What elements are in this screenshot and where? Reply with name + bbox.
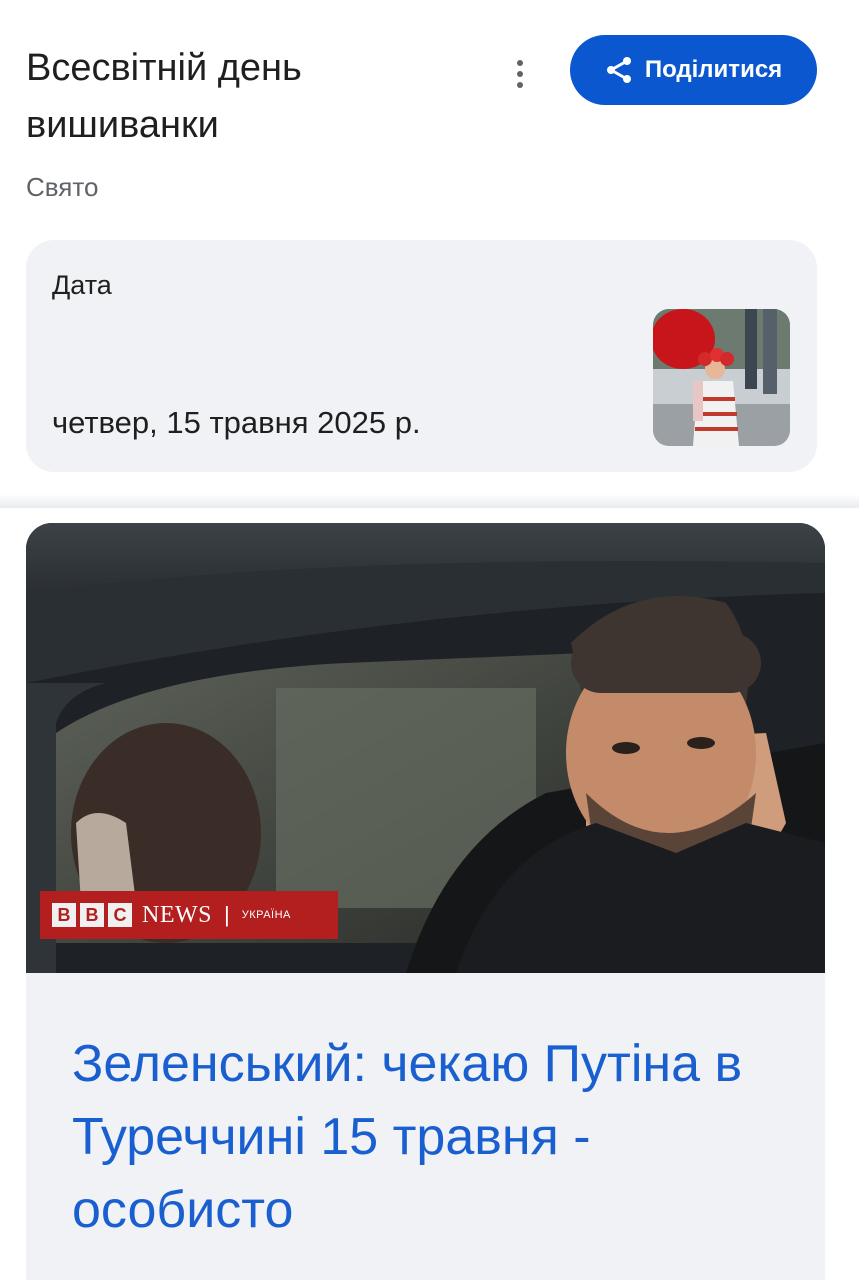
bbc-news-logo: B B C NEWS | УКРАЇНА [40, 891, 338, 939]
bbc-logo-box: B [80, 903, 104, 927]
section-divider [0, 494, 859, 508]
more-options-button[interactable] [504, 54, 536, 94]
news-card[interactable]: B B C NEWS | УКРАЇНА Зеленський: чекаю П… [26, 523, 825, 1280]
bbc-logo-region: УКРАЇНА [241, 909, 291, 921]
bbc-logo-brand: NEWS [142, 901, 212, 928]
share-button-label: Поділитися [644, 56, 783, 83]
share-button[interactable]: Поділитися [570, 35, 817, 105]
bbc-logo-box: C [108, 903, 132, 927]
news-headline-link[interactable]: Зеленський: чекаю Путіна в Туреччині 15 … [72, 1028, 792, 1247]
bbc-logo-separator: | [224, 902, 230, 927]
entity-header: Всесвітній день вишиванки Свято Поділити… [0, 0, 859, 225]
holiday-thumbnail[interactable] [653, 309, 790, 446]
bbc-logo-box: B [52, 903, 76, 927]
date-label: Дата [52, 270, 112, 300]
page-title: Всесвітній день вишиванки [26, 47, 302, 146]
more-vert-icon [517, 60, 523, 66]
date-value: четвер, 15 травня 2025 р. [52, 405, 421, 440]
girl-in-vyshyvanka-photo [653, 309, 790, 446]
entity-type: Свято [26, 172, 99, 202]
news-image[interactable]: B B C NEWS | УКРАЇНА [26, 523, 825, 973]
date-card[interactable]: Дата четвер, 15 травня 2025 р. [26, 240, 817, 472]
share-icon [606, 57, 631, 83]
